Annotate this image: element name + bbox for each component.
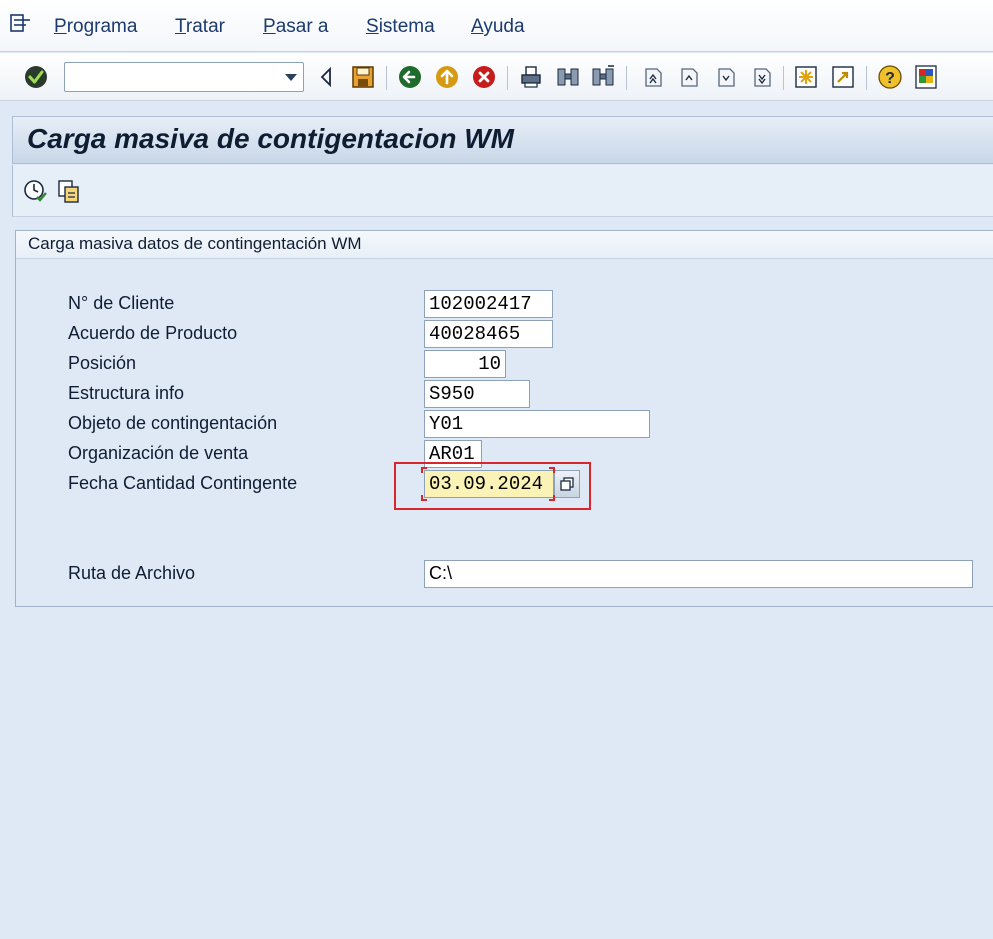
- save-button[interactable]: [349, 63, 377, 91]
- next-page-icon: [718, 68, 735, 87]
- execute-icon: [24, 180, 47, 202]
- print-icon: [521, 66, 541, 88]
- menu-tratar[interactable]: Tratar: [175, 16, 225, 38]
- create-session-button[interactable]: [792, 63, 820, 91]
- page-title: Carga masiva de contigentacion WM: [27, 123, 514, 154]
- svg-text:?: ?: [885, 70, 895, 87]
- enter-button[interactable]: [22, 63, 50, 91]
- estructura-field[interactable]: S950: [424, 380, 530, 408]
- menu-sistema[interactable]: Sistema: [366, 16, 435, 38]
- shortcut-button[interactable]: [829, 63, 857, 91]
- label-posicion: Posición: [68, 353, 137, 373]
- toolbar-divider: [626, 66, 627, 90]
- back-button[interactable]: [396, 63, 424, 91]
- toolbar-divider: [507, 66, 508, 90]
- last-page-button[interactable]: [747, 63, 775, 91]
- system-menu-icon[interactable]: [10, 14, 34, 32]
- standard-toolbar: ?: [0, 53, 993, 101]
- save-icon: [352, 66, 374, 88]
- label-fecha: Fecha Cantidad Contingente: [68, 473, 298, 493]
- create-session-icon: [795, 66, 817, 88]
- copy-variant-icon: [58, 180, 79, 203]
- find-next-button[interactable]: [589, 63, 617, 91]
- collapse-button[interactable]: [312, 63, 340, 91]
- previous-page-button[interactable]: [674, 63, 702, 91]
- label-estructura: Estructura info: [68, 383, 185, 403]
- customize-layout-icon: [915, 65, 937, 89]
- title-bar: Carga masiva de contigentacion WM: [12, 116, 993, 164]
- command-field[interactable]: [64, 62, 304, 92]
- group-box-title: Carga masiva datos de contingentación WM: [28, 234, 362, 253]
- objeto-field[interactable]: Y01: [424, 410, 650, 438]
- label-ruta: Ruta de Archivo: [68, 563, 196, 583]
- label-acuerdo: Acuerdo de Producto: [68, 323, 238, 343]
- help-button[interactable]: ?: [876, 63, 904, 91]
- exit-icon: [436, 66, 458, 88]
- cancel-icon: [473, 66, 495, 88]
- posicion-field[interactable]: 10: [424, 350, 506, 378]
- back-icon: [399, 66, 421, 88]
- menu-pasar-a[interactable]: Pasar a: [263, 16, 329, 38]
- copy-variant-button[interactable]: [55, 177, 83, 205]
- acuerdo-field[interactable]: 40028465: [424, 320, 553, 348]
- label-organizacion: Organización de venta: [68, 443, 249, 463]
- toolbar-divider: [386, 66, 387, 90]
- print-button[interactable]: [517, 63, 545, 91]
- application-toolbar: [12, 165, 993, 217]
- group-box-header: Carga masiva datos de contingentación WM: [16, 231, 993, 259]
- command-input[interactable]: [69, 66, 269, 88]
- menu-bar: Programa Tratar Pasar a Sistema Ayuda: [0, 0, 993, 52]
- toolbar-divider: [783, 66, 784, 90]
- find-next-icon: [592, 65, 614, 86]
- chevron-down-icon[interactable]: [285, 74, 297, 81]
- shortcut-icon: [832, 66, 854, 88]
- execute-button[interactable]: [21, 177, 49, 205]
- menu-programa[interactable]: Programa: [54, 16, 137, 38]
- last-page-icon: [754, 68, 771, 87]
- toolbar-divider: [866, 66, 867, 90]
- menu-ayuda[interactable]: Ayuda: [471, 16, 525, 38]
- enter-icon: [25, 66, 47, 88]
- highlight-box: [394, 462, 591, 510]
- help-icon: ?: [878, 65, 902, 89]
- cliente-field[interactable]: 102002417: [424, 290, 553, 318]
- customize-layout-button[interactable]: [913, 63, 941, 91]
- back-arrow-icon: [320, 66, 331, 88]
- first-page-button[interactable]: [638, 63, 666, 91]
- next-page-button[interactable]: [711, 63, 739, 91]
- first-page-icon: [645, 68, 662, 87]
- find-icon: [557, 68, 579, 86]
- previous-page-icon: [681, 68, 698, 87]
- ruta-field[interactable]: C:\: [424, 560, 973, 588]
- find-button[interactable]: [554, 63, 582, 91]
- label-cliente: N° de Cliente: [68, 293, 175, 313]
- label-objeto: Objeto de contingentación: [68, 413, 278, 433]
- exit-button[interactable]: [433, 63, 461, 91]
- cancel-button[interactable]: [470, 63, 498, 91]
